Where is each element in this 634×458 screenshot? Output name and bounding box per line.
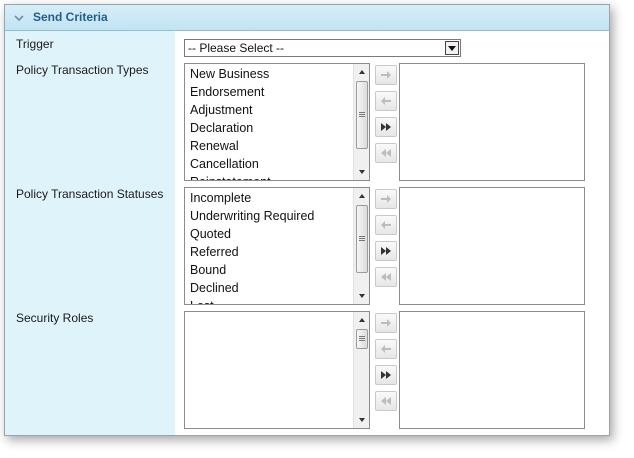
list-item[interactable]: Endorsement (190, 83, 271, 101)
scroll-up-icon[interactable] (354, 64, 370, 80)
scroll-up-icon[interactable] (354, 312, 370, 328)
policy-types-selected-list[interactable] (399, 63, 585, 181)
move-all-left-button[interactable] (375, 267, 397, 287)
list-item[interactable]: Renewal (190, 137, 271, 155)
move-left-button[interactable] (375, 339, 397, 359)
list-item[interactable]: Declined (190, 279, 314, 297)
security-roles-selected-list[interactable] (399, 311, 585, 429)
scroll-down-icon[interactable] (354, 412, 370, 428)
arrow-left-icon (381, 345, 391, 353)
move-right-button[interactable] (375, 65, 397, 85)
list-item[interactable]: Lost (190, 297, 314, 304)
double-arrow-right-icon (381, 371, 391, 379)
move-all-right-button[interactable] (375, 117, 397, 137)
arrow-right-icon (381, 195, 391, 203)
trigger-selected-value: -- Please Select -- (188, 41, 285, 55)
move-all-right-button[interactable] (375, 241, 397, 261)
send-criteria-panel: Send Criteria Trigger -- Please Select -… (4, 4, 610, 436)
dropdown-arrow-icon[interactable] (445, 41, 459, 55)
move-all-right-button[interactable] (375, 365, 397, 385)
list-item[interactable]: Adjustment (190, 101, 271, 119)
double-arrow-left-icon (381, 273, 391, 281)
security-roles-label: Security Roles (16, 311, 94, 325)
list-item[interactable]: Quoted (190, 225, 314, 243)
scroll-up-icon[interactable] (354, 188, 370, 204)
arrow-right-icon (381, 319, 391, 327)
policy-statuses-label: Policy Transaction Statuses (16, 187, 164, 201)
move-all-left-button[interactable] (375, 143, 397, 163)
list-item[interactable]: Underwriting Required (190, 207, 314, 225)
policy-types-label: Policy Transaction Types (16, 63, 149, 77)
double-arrow-left-icon (381, 149, 391, 157)
move-right-button[interactable] (375, 189, 397, 209)
section-title: Send Criteria (33, 10, 108, 24)
list-item[interactable]: New Business (190, 65, 271, 83)
scroll-thumb[interactable] (356, 205, 368, 273)
move-right-button[interactable] (375, 313, 397, 333)
list-item[interactable]: Declaration (190, 119, 271, 137)
double-arrow-left-icon (381, 397, 391, 405)
arrow-right-icon (381, 71, 391, 79)
section-header[interactable]: Send Criteria (5, 5, 609, 31)
list-item[interactable]: Referred (190, 243, 314, 261)
arrow-left-icon (381, 97, 391, 105)
policy-types-available-list[interactable]: New Business Endorsement Adjustment Decl… (184, 63, 370, 181)
trigger-select[interactable]: -- Please Select -- (184, 39, 461, 57)
move-left-button[interactable] (375, 91, 397, 111)
policy-statuses-selected-list[interactable] (399, 187, 585, 305)
scroll-down-icon[interactable] (354, 288, 370, 304)
scrollbar[interactable] (353, 188, 369, 304)
list-item[interactable]: Cancellation (190, 155, 271, 173)
list-item[interactable]: Reinstatement (190, 173, 271, 180)
list-item[interactable]: Bound (190, 261, 314, 279)
scroll-thumb[interactable] (356, 81, 368, 149)
label-column (5, 31, 175, 435)
scrollbar[interactable] (353, 64, 369, 180)
list-item[interactable]: Incomplete (190, 189, 314, 207)
arrow-left-icon (381, 221, 391, 229)
trigger-label: Trigger (16, 37, 54, 51)
scrollbar[interactable] (353, 312, 369, 428)
move-left-button[interactable] (375, 215, 397, 235)
scroll-down-icon[interactable] (354, 164, 370, 180)
double-arrow-right-icon (381, 123, 391, 131)
move-all-left-button[interactable] (375, 391, 397, 411)
chevron-down-icon[interactable] (14, 13, 24, 23)
double-arrow-right-icon (381, 247, 391, 255)
policy-statuses-available-list[interactable]: Incomplete Underwriting Required Quoted … (184, 187, 370, 305)
scroll-thumb[interactable] (356, 329, 368, 349)
security-roles-available-list[interactable] (184, 311, 370, 429)
